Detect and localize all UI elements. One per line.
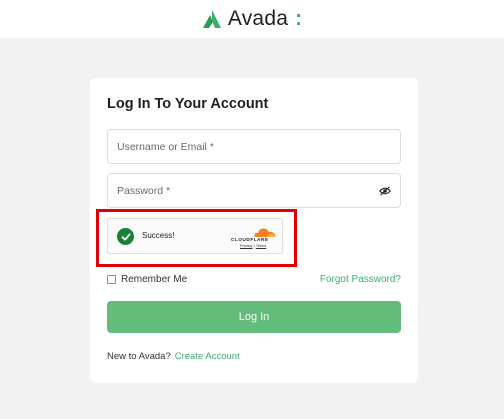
eye-icon[interactable]	[379, 186, 391, 196]
login-button[interactable]: Log In	[107, 301, 401, 333]
cloudflare-logo: CLOUDFLARE Privacy • Terms	[231, 226, 279, 250]
captcha-widget[interactable]: Success! CLOUDFLARE Privacy • Terms	[107, 218, 283, 254]
brand-name: Avada	[227, 7, 289, 30]
password-input[interactable]	[117, 174, 400, 207]
captcha-status: Success!	[142, 231, 175, 240]
signup-text: New to Avada?	[107, 351, 171, 362]
username-field-wrapper	[107, 129, 401, 164]
top-bar: Avada :	[0, 0, 504, 38]
remember-label: Remember Me	[121, 274, 188, 285]
remember-me[interactable]: Remember Me	[107, 274, 187, 285]
forgot-password-link[interactable]: Forgot Password?	[320, 274, 401, 285]
signup-prompt: New to Avada? Create Account	[107, 351, 240, 362]
password-field-wrapper	[107, 173, 401, 208]
page-title: Log In To Your Account	[107, 96, 269, 112]
login-card: Log In To Your Account Success! CLOUDFLA…	[90, 78, 418, 383]
terms-link[interactable]: Terms	[256, 244, 266, 248]
privacy-link[interactable]: Privacy	[240, 244, 252, 248]
brand-logo[interactable]: Avada :	[202, 7, 302, 31]
brand-colon: :	[295, 7, 303, 30]
success-check-icon	[117, 228, 134, 245]
create-account-link[interactable]: Create Account	[175, 351, 240, 362]
username-input[interactable]	[117, 130, 400, 163]
avada-logo-icon	[202, 10, 221, 28]
remember-checkbox[interactable]	[107, 275, 116, 284]
captcha-links: Privacy • Terms	[240, 244, 266, 248]
cloudflare-name: CLOUDFLARE	[231, 237, 269, 242]
